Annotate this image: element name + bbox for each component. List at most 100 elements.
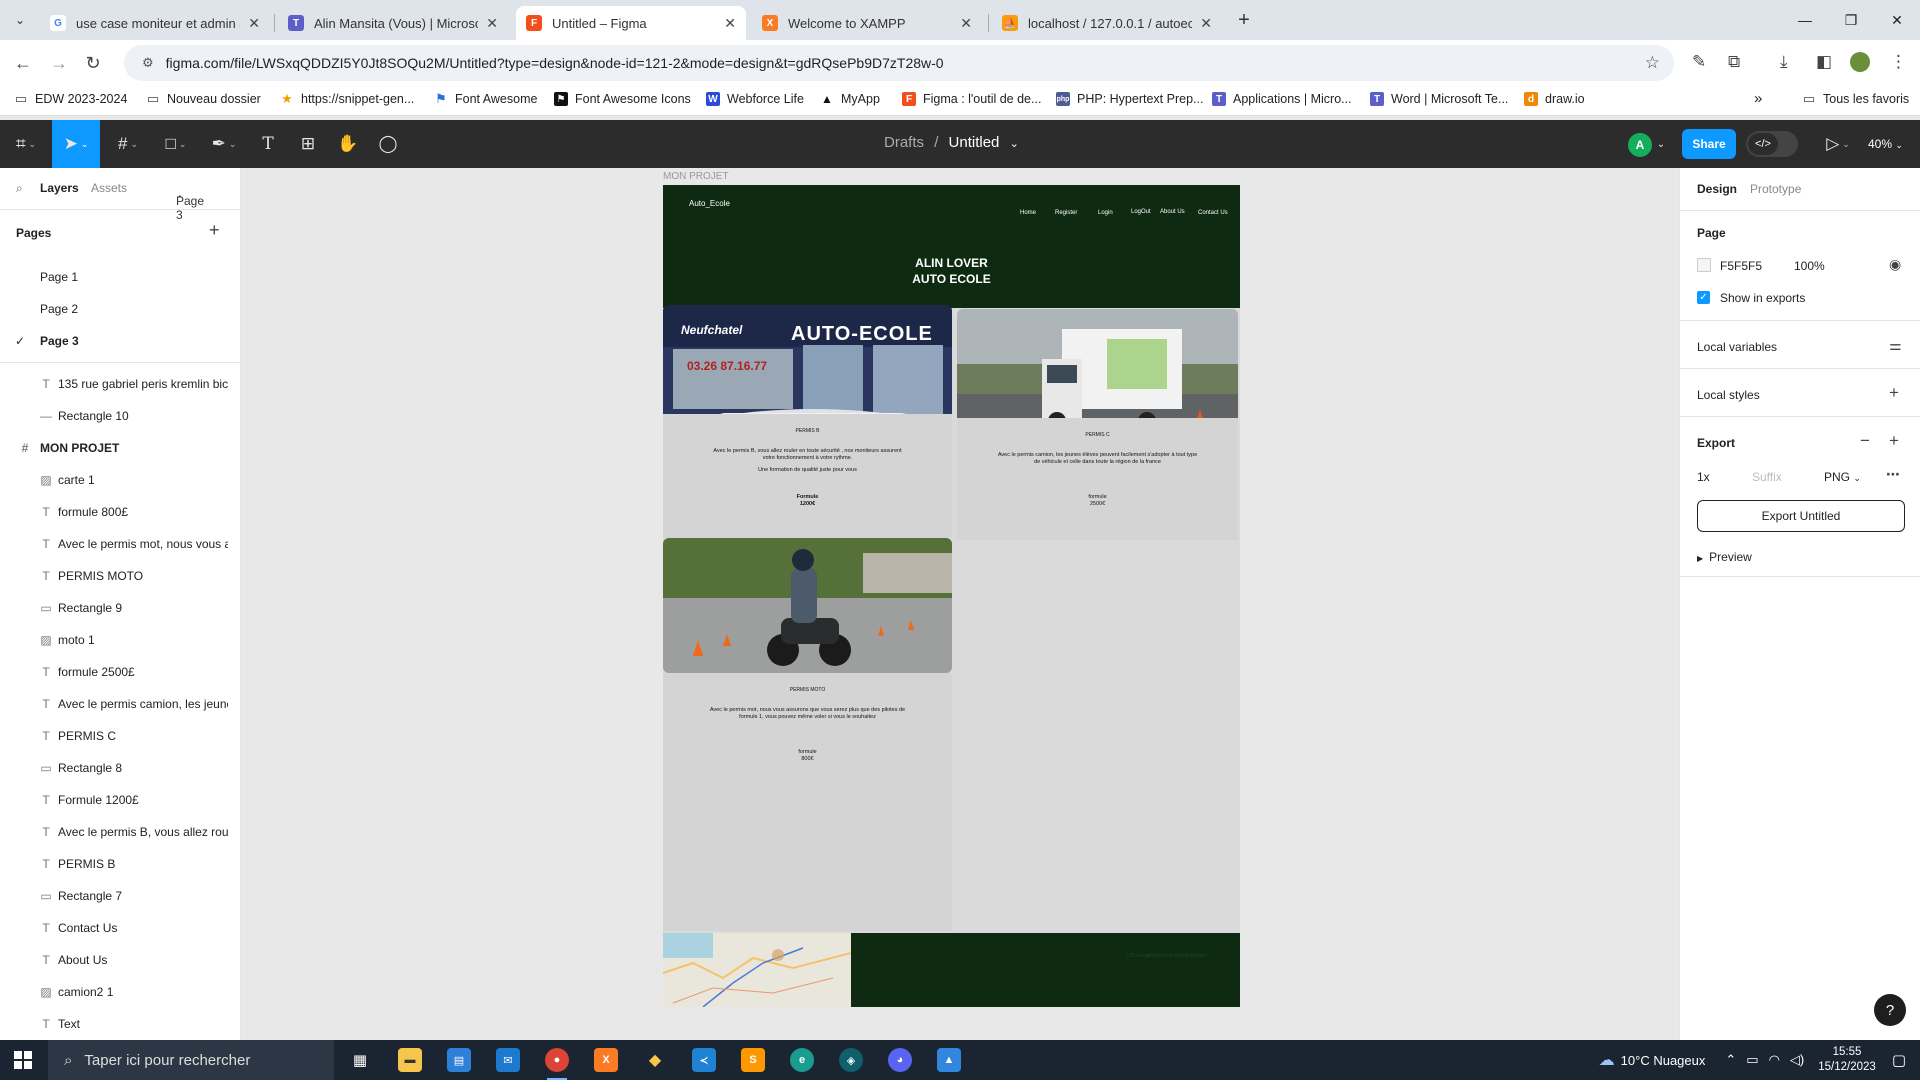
nav-logout[interactable]: LogOut [1131, 209, 1151, 215]
show-in-exports-checkbox[interactable]: ✓ [1697, 291, 1710, 304]
text-tool[interactable]: T [252, 120, 284, 168]
url-bar[interactable]: ⚙ figma.com/file/LWSxqQDDZI5Y0Jt8SOQu2M/… [124, 45, 1674, 81]
bookmark-figma[interactable]: F Figma : l'outil de de... [902, 92, 1041, 106]
extension-icon[interactable]: ✎ [1692, 52, 1706, 72]
design-canvas[interactable]: MON PROJET Auto_Ecole Home Register Logi… [241, 168, 1679, 1040]
xampp-icon[interactable]: X [594, 1048, 618, 1072]
notifications-icon[interactable]: ▢ [1892, 1051, 1906, 1069]
layer-item[interactable]: ▨ carte 1 [0, 464, 240, 496]
frame-tool[interactable]: # ⌄ [108, 120, 148, 168]
browser-tab-1[interactable]: G use case moniteur et admin ave ✕ [40, 6, 270, 40]
shape-tool[interactable]: □ ⌄ [156, 120, 196, 168]
export-button[interactable]: Export Untitled [1697, 500, 1905, 532]
page-item[interactable]: Page 1 [0, 262, 240, 292]
dev-mode-toggle[interactable]: </> [1746, 131, 1798, 157]
edge-icon[interactable]: e [790, 1048, 814, 1072]
tab-design[interactable]: Design [1697, 182, 1737, 196]
tab-layers[interactable]: Layers [40, 181, 79, 195]
sublime-icon[interactable]: S [741, 1048, 765, 1072]
close-window-icon[interactable]: ✕ [1874, 0, 1920, 40]
layer-item[interactable]: ▨ camion2 1 [0, 976, 240, 1008]
export-suffix-input[interactable]: Suffix [1752, 470, 1782, 484]
frame-label[interactable]: MON PROJET [663, 171, 729, 182]
bookmark-webforce[interactable]: W Webforce Life [706, 92, 804, 106]
bookmark-drawio[interactable]: d draw.io [1524, 92, 1585, 106]
layer-item[interactable]: ▭ Rectangle 7 [0, 880, 240, 912]
local-styles[interactable]: Local styles [1697, 388, 1760, 402]
page-bg-opacity[interactable]: 100% [1794, 259, 1825, 273]
layer-item[interactable]: ▭ Rectangle 8 [0, 752, 240, 784]
bookmark-applications[interactable]: T Applications | Micro... [1212, 92, 1352, 106]
reload-icon[interactable]: ↻ [80, 50, 106, 76]
more-bookmarks-button[interactable]: » [1754, 90, 1762, 107]
more-options-icon[interactable]: ⋯ [1886, 466, 1900, 483]
close-tab-icon[interactable]: ✕ [248, 15, 260, 32]
chevron-down-icon[interactable]: ⌄ [1010, 138, 1019, 150]
layer-item[interactable]: T Avec le permis camion, les jeunes élève… [0, 688, 240, 720]
layer-item[interactable]: T PERMIS MOTO [0, 560, 240, 592]
close-tab-icon[interactable]: ✕ [1200, 15, 1212, 32]
drafts-link[interactable]: Drafts [884, 134, 924, 151]
chevron-down-icon[interactable]: ⌄ [1654, 120, 1668, 168]
export-format[interactable]: PNG ⌄ [1824, 470, 1861, 484]
layer-item[interactable]: T Avec le permis mot, nous vous assurons [0, 528, 240, 560]
present-button[interactable]: ▷ ⌄ [1820, 120, 1856, 168]
volume-icon[interactable]: ◁) [1790, 1052, 1804, 1068]
layer-item[interactable]: Tformule 2500£ [0, 656, 240, 688]
card-permis-b[interactable]: PERMIS B Avec le permis B, vous allez ro… [663, 414, 952, 538]
browser-tab-5[interactable]: ⛵ localhost / 127.0.0.1 / autoecole ✕ [992, 6, 1222, 40]
side-panel-icon[interactable]: ◧ [1816, 52, 1832, 72]
file-name[interactable]: Untitled [949, 134, 1000, 151]
bookmark-php[interactable]: php PHP: Hypertext Prep... [1056, 92, 1203, 106]
export-scale[interactable]: 1x [1697, 470, 1710, 484]
bookmark-star-icon[interactable]: ☆ [1645, 53, 1660, 73]
layer-item[interactable]: T 135 rue gabriel peris kremlin bicetre [0, 368, 240, 400]
main-menu-button[interactable]: ⌗ ⌄ [8, 120, 44, 168]
chrome-icon[interactable]: ● [545, 1048, 569, 1080]
variables-icon[interactable]: ⚌ [1889, 337, 1902, 354]
pen-tool[interactable]: ✒ ⌄ [204, 120, 244, 168]
close-tab-icon[interactable]: ✕ [486, 15, 498, 32]
git-icon[interactable]: ◆ [643, 1048, 667, 1072]
minimize-icon[interactable]: — [1782, 0, 1828, 40]
site-footer[interactable]: 135 rue gabriel peris kremlin bicetre [851, 933, 1240, 1007]
layer-item[interactable]: T About Us [0, 944, 240, 976]
bookmark-myapp[interactable]: ▲ MyApp [820, 92, 880, 106]
eye-icon[interactable]: ◉ [1889, 256, 1901, 273]
download-icon[interactable]: ⤓ [1780, 52, 1788, 72]
layer-item[interactable]: — Rectangle 10 [0, 400, 240, 432]
nav-login[interactable]: Login [1098, 210, 1113, 216]
tray-chevron-up-icon[interactable]: ⌃ [1725, 1052, 1736, 1068]
tab-assets[interactable]: Assets [91, 181, 127, 195]
clock[interactable]: 15:55 15/12/2023 [1818, 1045, 1876, 1075]
bookmark-edw[interactable]: ▭ EDW 2023-2024 [14, 91, 128, 106]
layer-item[interactable]: ▭ Rectangle 9 [0, 592, 240, 624]
page-item[interactable]: ✓ Page 3 [0, 326, 240, 356]
add-export-icon[interactable]: + [1889, 431, 1899, 451]
mail-icon[interactable]: ✉ [496, 1048, 520, 1072]
kebab-menu-icon[interactable]: ⋮ [1890, 52, 1907, 72]
restore-icon[interactable]: ❐ [1828, 0, 1874, 40]
forward-icon[interactable]: → [46, 50, 72, 76]
browser-tab-2[interactable]: T Alin Mansita (Vous) | Microsoft ✕ [278, 6, 508, 40]
battery-icon[interactable]: ▭ [1746, 1052, 1758, 1068]
nav-register[interactable]: Register [1055, 210, 1077, 216]
weather-icon[interactable]: ☁ [1599, 1050, 1615, 1070]
image-carte[interactable] [663, 933, 851, 1007]
taskbar-search[interactable]: ⌕ Taper ici pour rechercher [48, 1040, 334, 1080]
app-icon[interactable]: ◈ [839, 1048, 863, 1072]
layer-item[interactable]: Tformule 800£ [0, 496, 240, 528]
close-tab-icon[interactable]: ✕ [960, 15, 972, 32]
weather-text[interactable]: 10°C Nuageux [1621, 1053, 1706, 1068]
share-button[interactable]: Share [1682, 129, 1736, 159]
bookmark-font-awesome[interactable]: ⚑ Font Awesome [434, 91, 537, 106]
browser-tab-3[interactable]: F Untitled – Figma ✕ [516, 6, 746, 40]
help-button[interactable]: ? [1874, 994, 1906, 1026]
file-explorer-icon[interactable]: ▬ [398, 1048, 422, 1072]
browser-tab-4[interactable]: X Welcome to XAMPP ✕ [752, 6, 982, 40]
layer-item[interactable]: T Formule 1200£ [0, 784, 240, 816]
search-icon[interactable]: ⌕ [16, 181, 23, 196]
layer-item[interactable]: T Text [0, 1008, 240, 1040]
nav-about[interactable]: About Us [1160, 209, 1185, 215]
close-tab-icon[interactable]: ✕ [724, 15, 736, 32]
